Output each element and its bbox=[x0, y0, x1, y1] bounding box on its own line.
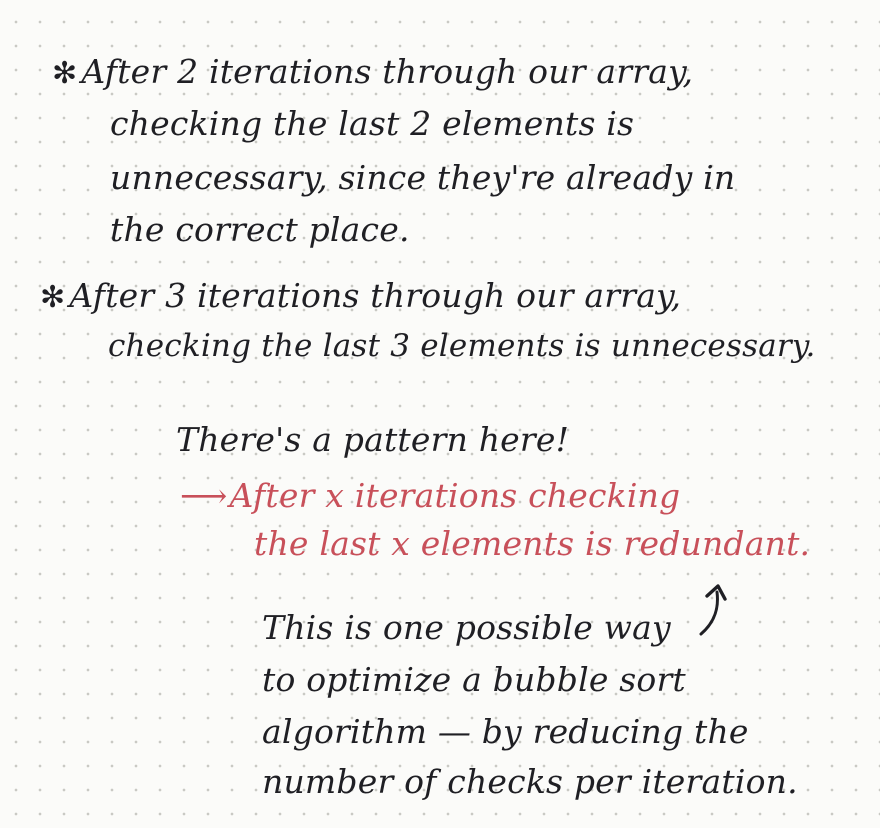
block1-line-1: ✻ After 2 iterations through our array, bbox=[52, 52, 693, 94]
pattern-line-1: ⟶After x iterations checking bbox=[180, 476, 680, 516]
pattern-heading: There's a pattern here! bbox=[176, 420, 570, 459]
block1-line-2: checking the last 2 elements is bbox=[110, 104, 635, 143]
asterisk-icon: ✻ bbox=[52, 56, 78, 91]
asterisk-icon: ✻ bbox=[40, 280, 66, 315]
pattern-line-2: the last x elements is redundant. bbox=[254, 524, 811, 563]
block2-line-2: checking the last 3 elements is unnecess… bbox=[108, 328, 816, 364]
block2-text-1: After 3 iterations through our array, bbox=[69, 276, 682, 315]
conclusion-line-2: to optimize a bubble sort bbox=[262, 660, 686, 699]
pattern-text-1: After x iterations checking bbox=[229, 476, 681, 515]
curved-up-arrow-icon bbox=[699, 584, 727, 636]
conclusion-line-3: algorithm — by reducing the bbox=[262, 712, 749, 751]
conclusion-line-4: number of checks per iteration. bbox=[262, 762, 798, 801]
block1-line-3: unnecessary, since they're already in bbox=[110, 158, 736, 197]
block1-text-1: After 2 iterations through our array, bbox=[81, 52, 694, 91]
block1-line-4: the correct place. bbox=[110, 210, 410, 249]
right-arrow-icon: ⟶ bbox=[180, 476, 228, 515]
conclusion-line-1: This is one possible way bbox=[262, 608, 671, 647]
block2-line-1: ✻ After 3 iterations through our array, bbox=[40, 276, 681, 318]
